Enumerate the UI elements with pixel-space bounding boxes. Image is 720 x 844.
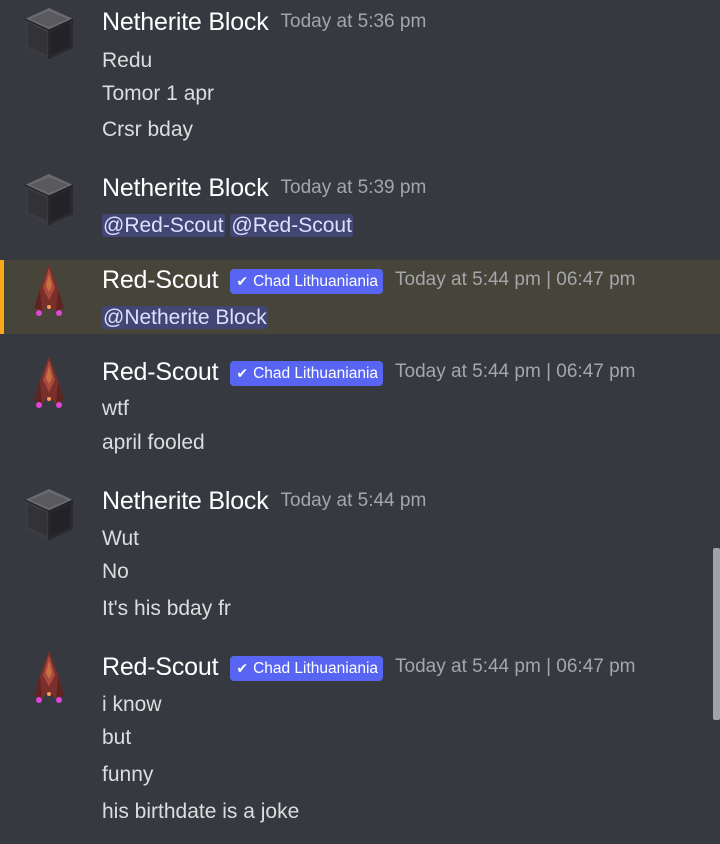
message-line: but <box>102 726 132 749</box>
role-badge[interactable]: ✔ Chad Lithuaniania <box>230 361 384 386</box>
message[interactable]: Netherite Block Today at 5:36 pm Redu To… <box>0 0 720 160</box>
role-label: Chad Lithuaniania <box>253 272 379 290</box>
timestamp: Today at 5:36 pm <box>280 11 427 32</box>
message-line: his birthdate is a joke <box>102 800 300 823</box>
username[interactable]: Netherite Block <box>102 174 269 203</box>
message-line: Redu <box>102 49 153 72</box>
user-mention[interactable]: @Red-Scout <box>230 214 353 237</box>
netherite-block-avatar-icon[interactable] <box>18 2 80 64</box>
role-badge[interactable]: ✔ Chad Lithuaniania <box>230 269 384 294</box>
netherite-block-avatar-icon[interactable] <box>18 168 80 230</box>
message-header: Netherite Block Today at 5:36 pm <box>102 5 426 39</box>
red-scout-avatar-icon[interactable] <box>18 352 80 414</box>
username[interactable]: Red-Scout <box>102 358 219 387</box>
checkmark-icon: ✔ <box>236 365 249 381</box>
timestamp: Today at 5:44 pm | 06:47 pm <box>395 361 636 382</box>
message-header: Netherite Block Today at 5:39 pm <box>102 171 426 205</box>
message-list[interactable]: Netherite Block Today at 5:36 pm Redu To… <box>0 0 720 844</box>
highlighted-message[interactable]: Red-Scout ✔ Chad Lithuaniania Today at 5… <box>0 260 720 334</box>
timestamp: Today at 5:44 pm <box>280 490 427 511</box>
timestamp: Today at 5:44 pm | 06:47 pm <box>395 656 636 677</box>
timestamp: Today at 5:44 pm | 06:47 pm <box>395 269 636 290</box>
user-mention[interactable]: @Netherite Block <box>102 306 268 329</box>
message-line: Crsr bday <box>102 118 194 141</box>
role-label: Chad Lithuaniania <box>253 364 379 382</box>
message[interactable]: Netherite Block Today at 5:39 pm @Red-Sc… <box>0 166 720 256</box>
user-mention[interactable]: @Red-Scout <box>102 214 225 237</box>
checkmark-icon: ✔ <box>236 273 249 289</box>
username[interactable]: Netherite Block <box>102 487 269 516</box>
role-label: Chad Lithuaniania <box>253 659 379 677</box>
message-header: Red-Scout ✔ Chad Lithuaniania Today at 5… <box>102 650 636 684</box>
message-line: Wut <box>102 527 139 550</box>
message-line: wtf <box>102 397 129 420</box>
timestamp: Today at 5:39 pm <box>280 177 427 198</box>
red-scout-avatar-icon[interactable] <box>18 647 80 709</box>
message-header: Red-Scout ✔ Chad Lithuaniania Today at 5… <box>102 263 636 297</box>
message-header: Red-Scout ✔ Chad Lithuaniania Today at 5… <box>102 355 636 389</box>
username[interactable]: Red-Scout <box>102 266 219 295</box>
checkmark-icon: ✔ <box>236 660 249 676</box>
message-line: @Netherite Block <box>102 305 268 331</box>
message-line: i know <box>102 693 162 716</box>
message[interactable]: Red-Scout ✔ Chad Lithuaniania Today at 5… <box>0 352 720 462</box>
message-line: No <box>102 560 129 583</box>
scrollbar-thumb[interactable] <box>713 548 720 720</box>
message-line: april fooled <box>102 431 205 454</box>
message-line: It's his bday fr <box>102 597 231 620</box>
message-header: Netherite Block Today at 5:44 pm <box>102 484 426 518</box>
message-line: funny <box>102 763 154 786</box>
username[interactable]: Netherite Block <box>102 8 269 37</box>
message-line: Tomor 1 apr <box>102 82 215 105</box>
role-badge[interactable]: ✔ Chad Lithuaniania <box>230 656 384 681</box>
red-scout-avatar-icon[interactable] <box>18 260 80 322</box>
username[interactable]: Red-Scout <box>102 653 219 682</box>
message[interactable]: Red-Scout ✔ Chad Lithuaniania Today at 5… <box>0 647 720 837</box>
netherite-block-avatar-icon[interactable] <box>18 483 80 545</box>
message[interactable]: Netherite Block Today at 5:44 pm Wut No … <box>0 481 720 631</box>
message-line: @Red-Scout @Red-Scout <box>102 213 353 239</box>
